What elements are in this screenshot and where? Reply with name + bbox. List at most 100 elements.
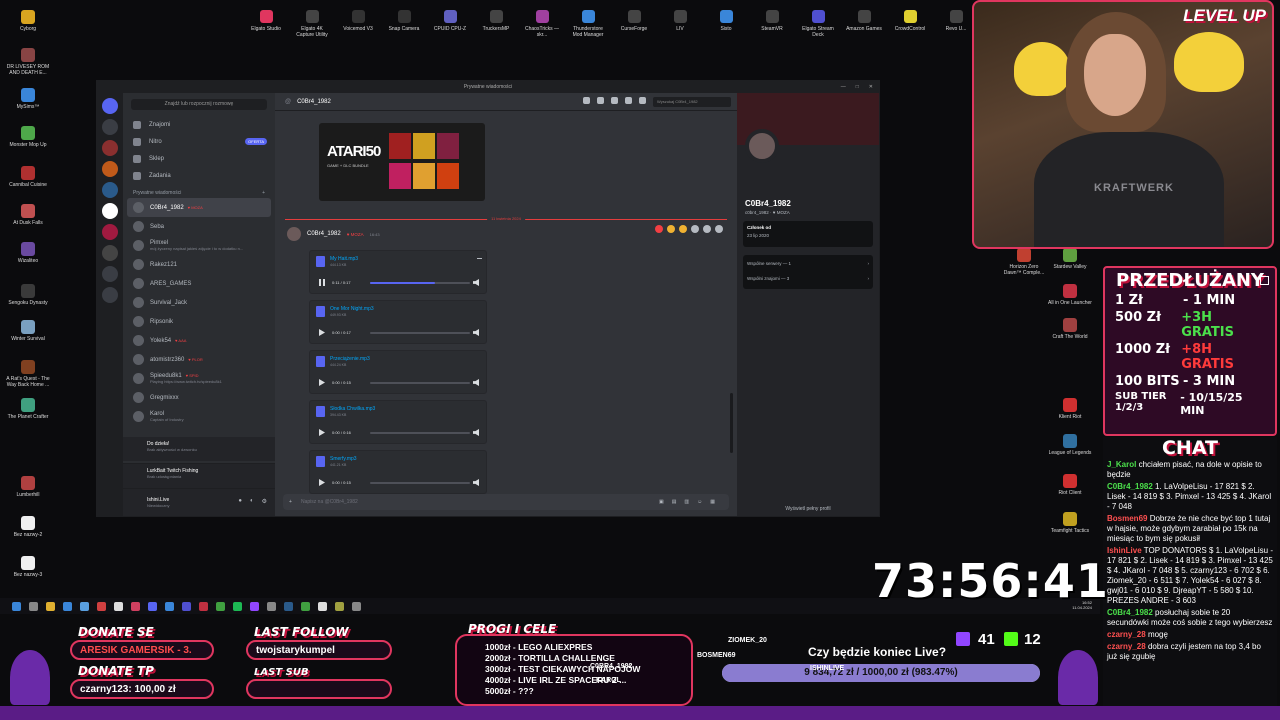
desktop-shortcut[interactable]: LIV <box>660 10 700 32</box>
composer-tools[interactable]: ▣▤▥☺▦ <box>659 494 723 510</box>
play-icon[interactable] <box>319 379 325 386</box>
dm-list-item[interactable]: Yolek54 ♥ AAA <box>123 331 275 350</box>
add-reaction-icon[interactable] <box>691 225 699 233</box>
steam-icon[interactable] <box>284 601 293 611</box>
audio-seek-bar[interactable] <box>370 432 470 434</box>
volume-icon[interactable] <box>473 329 479 336</box>
headphones-icon[interactable]: ◐ <box>250 498 254 505</box>
chat-search-input[interactable]: Wyszukaj C0Br4_1982 <box>653 97 731 107</box>
app-icon[interactable] <box>97 601 106 611</box>
avatar[interactable] <box>287 227 301 241</box>
emoji-reaction-icon[interactable] <box>679 225 687 233</box>
dm-list-item[interactable]: Karol Captain of Industry <box>123 407 275 426</box>
desktop-shortcut[interactable]: ChaosTricks — skr... <box>522 10 562 38</box>
desktop-shortcut[interactable]: Horizon Zero Dawn™ Comple... <box>1002 248 1046 276</box>
audio-seek-bar[interactable] <box>370 382 470 384</box>
dm-list-item[interactable]: ARES_GAMES <box>123 274 275 293</box>
dm-list-item[interactable]: Gregmixxx <box>123 388 275 407</box>
nav-item-3[interactable]: Zadania <box>123 167 275 184</box>
app-icon[interactable] <box>131 601 140 611</box>
dm-list-item[interactable]: Pimxel mój życzeny napisał jakieś zdjęcie… <box>123 236 275 255</box>
app-icon[interactable] <box>199 601 208 611</box>
emoji-reaction-icon[interactable] <box>667 225 675 233</box>
heart-reaction-icon[interactable] <box>655 225 663 233</box>
full-profile-link[interactable]: Wyświetl pełny profil <box>737 506 879 512</box>
new-dm-icon[interactable]: + <box>262 190 265 196</box>
minimize-icon[interactable]: — <box>841 81 846 93</box>
app-icon[interactable] <box>63 601 72 611</box>
desktop-shortcut[interactable]: All in One Launcher <box>1048 284 1092 306</box>
dm-list-item[interactable]: Spieedu8k1 ♥ SPID Playing https://www.twit… <box>123 369 275 388</box>
explorer-icon[interactable] <box>46 601 55 611</box>
server-icon[interactable] <box>102 140 118 156</box>
pin-icon[interactable] <box>611 97 618 104</box>
more-icon[interactable] <box>715 225 723 233</box>
mic-icon[interactable]: ● <box>238 498 242 505</box>
desktop-shortcut[interactable]: SteamVR <box>752 10 792 32</box>
desktop-shortcut[interactable]: The Planet Crafter <box>6 398 50 420</box>
audio-filename[interactable]: My Hait.mp3 <box>330 256 358 262</box>
server-icon[interactable] <box>102 224 118 240</box>
desktop-shortcut[interactable]: League of Legends <box>1048 434 1092 456</box>
server-icon[interactable] <box>102 161 118 177</box>
discord-home-icon[interactable] <box>102 98 118 114</box>
desktop-shortcut[interactable]: Thunderstore Mod Manager <box>568 10 608 38</box>
activity-panel[interactable]: LurkBait Twitch Fishing Brak udostępnian… <box>123 463 275 488</box>
dm-list-item[interactable]: C0Br4_1982 ♥ MOZA <box>127 198 271 217</box>
profile-avatar[interactable] <box>745 129 779 163</box>
dm-list-item[interactable]: Seba <box>123 217 275 236</box>
xbox-icon[interactable] <box>216 601 225 611</box>
spotify-icon[interactable] <box>233 601 242 611</box>
play-icon[interactable] <box>319 329 325 336</box>
explore-icon[interactable] <box>102 287 118 303</box>
add-server-icon[interactable] <box>102 266 118 282</box>
close-icon[interactable]: ✕ <box>869 81 873 93</box>
play-icon[interactable] <box>319 429 325 436</box>
desktop-shortcut[interactable]: Bez nazwy-2 <box>6 516 50 538</box>
dm-search-input[interactable]: Znajdź lub rozpocznij rozmowę <box>131 99 267 110</box>
add-friend-icon[interactable] <box>625 97 632 104</box>
mutual-servers[interactable]: Wspólne serwery — 1 › <box>747 259 869 268</box>
dm-list-item[interactable]: Rakez121 <box>123 255 275 274</box>
app-icon[interactable] <box>352 601 361 611</box>
desktop-shortcut[interactable]: MySims™ <box>6 88 50 110</box>
profile-toggle-icon[interactable] <box>639 97 646 104</box>
app-icon[interactable] <box>80 601 89 611</box>
audio-seek-bar[interactable] <box>370 482 470 484</box>
app-icon[interactable] <box>301 601 310 611</box>
desktop-shortcut[interactable]: Amazon Games <box>844 10 884 32</box>
desktop-shortcut[interactable]: A Rat's Quest - The Way Back Home ... <box>6 360 50 388</box>
desktop-shortcut[interactable]: Riot Client <box>1048 474 1092 496</box>
desktop-shortcut[interactable]: Cyborg <box>6 10 50 32</box>
voice-status-panel[interactable]: Do dzieła! Brak aktywności w dzwonku <box>123 437 275 461</box>
desktop-shortcut[interactable]: At Dusk Falls <box>6 204 50 226</box>
desktop-shortcut[interactable]: Monster Mop Up <box>6 126 50 148</box>
call-icon[interactable] <box>583 97 590 104</box>
audio-seek-bar[interactable] <box>370 282 470 284</box>
play-icon[interactable] <box>319 479 325 486</box>
desktop-shortcut[interactable]: Voicemod V3 <box>338 10 378 32</box>
app-icon[interactable] <box>318 601 327 611</box>
audio-filename[interactable]: Przeciążenie.mp3 <box>330 356 370 362</box>
twitch-icon[interactable] <box>250 601 259 611</box>
dm-list-item[interactable]: atomistrz360 ♥ PLOR <box>123 350 275 369</box>
desktop-shortcut[interactable]: Teamfight Tactics <box>1048 512 1092 534</box>
desktop-shortcut[interactable]: TruckersMP <box>476 10 516 32</box>
start-icon[interactable] <box>12 601 21 611</box>
volume-icon[interactable] <box>473 429 479 436</box>
server-icon[interactable] <box>102 119 118 135</box>
desktop-shortcut[interactable]: Elgato 4K Capture Utility <box>292 10 332 38</box>
message-author[interactable]: C0Br4_1982 <box>307 231 341 237</box>
desktop-shortcut[interactable]: Sisto <box>706 10 746 32</box>
discord-taskbar-icon[interactable] <box>148 601 157 611</box>
desktop-shortcut[interactable]: CrowdControl <box>890 10 930 32</box>
desktop-shortcut[interactable]: Wizaliteo <box>6 242 50 264</box>
app-icon[interactable] <box>114 601 123 611</box>
video-icon[interactable] <box>597 97 604 104</box>
server-icon[interactable] <box>102 182 118 198</box>
desktop-shortcut[interactable]: Elgato Stream Deck <box>798 10 838 38</box>
desktop-shortcut[interactable]: CPUID CPU-Z <box>430 10 470 32</box>
desktop-shortcut[interactable]: Elgato Studio <box>246 10 286 32</box>
desktop-shortcut[interactable]: Cannibal Cuisine <box>6 166 50 188</box>
volume-icon[interactable] <box>473 479 479 486</box>
